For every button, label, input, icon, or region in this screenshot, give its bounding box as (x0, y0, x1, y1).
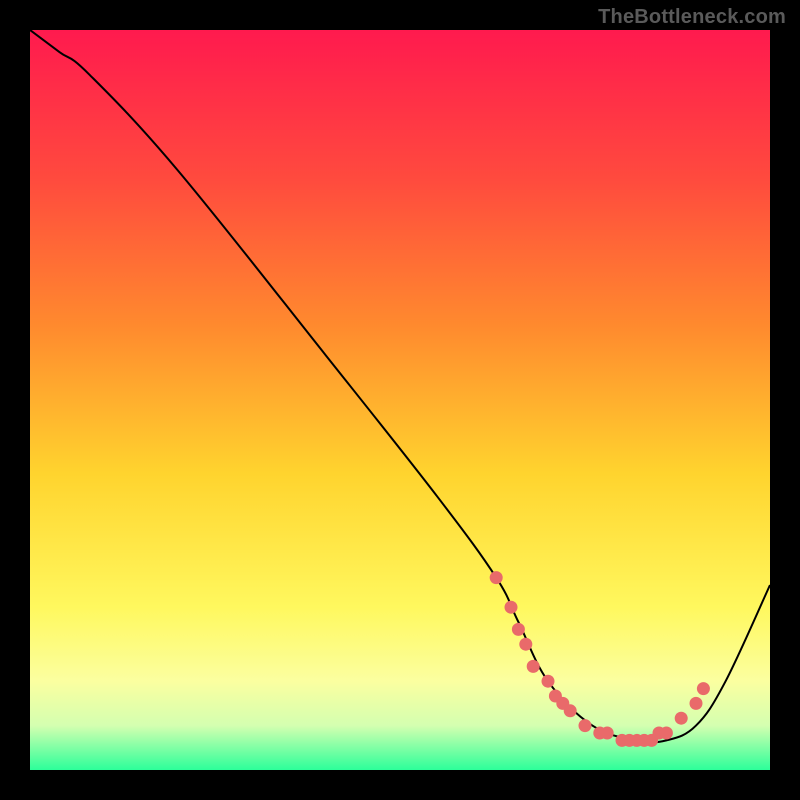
valley-marker (579, 719, 592, 732)
valley-marker (505, 601, 518, 614)
valley-marker (660, 727, 673, 740)
chart-stage: TheBottleneck.com (0, 0, 800, 800)
valley-marker (542, 675, 555, 688)
valley-marker (690, 697, 703, 710)
plot-area (30, 30, 770, 770)
valley-marker (601, 727, 614, 740)
valley-marker (490, 571, 503, 584)
valley-marker (527, 660, 540, 673)
valley-marker (512, 623, 525, 636)
gradient-background (30, 30, 770, 770)
valley-marker (564, 704, 577, 717)
watermark-text: TheBottleneck.com (598, 6, 786, 29)
valley-marker (697, 682, 710, 695)
valley-marker (519, 638, 532, 651)
valley-marker (675, 712, 688, 725)
chart-svg (30, 30, 770, 770)
